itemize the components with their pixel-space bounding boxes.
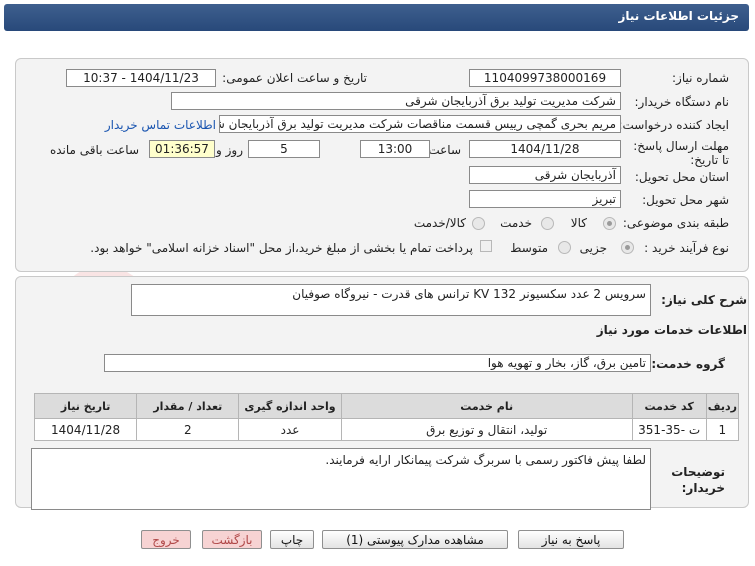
category-radio-service[interactable] xyxy=(541,217,554,230)
buyer-notes-field: لطفا پیش فاکتور رسمی با سربرگ شرکت پیمان… xyxy=(31,448,651,510)
province-field: آذربایجان شرقی xyxy=(469,166,621,184)
creator-field: مریم بحری گمچی رییس قسمت مناقصات شرکت مد… xyxy=(219,115,621,133)
services-table: ردیف کد خدمت نام خدمت واحد اندازه گیری ت… xyxy=(33,393,740,441)
payment-note: پرداخت تمام یا بخشی از مبلغ خرید،از محل … xyxy=(90,241,473,255)
creator-label: ایجاد کننده درخواست: xyxy=(618,118,729,132)
cell-service-code: ت -35-351 xyxy=(631,418,707,441)
services-heading: اطلاعات خدمات مورد نیاز xyxy=(596,323,747,337)
process-radio-medium[interactable] xyxy=(558,241,571,254)
title-bar: جزئیات اطلاعات نیاز xyxy=(4,4,749,31)
deadline-date-field: 1404/11/28 xyxy=(469,140,621,158)
province-label: استان محل تحویل: xyxy=(634,170,729,184)
city-label: شهر محل تحویل: xyxy=(642,193,729,207)
col-header-quantity: تعداد / مقدار xyxy=(136,393,240,419)
category-option-goods-service: کالا/خدمت xyxy=(413,216,466,230)
category-label: طبقه بندی موضوعی: xyxy=(622,216,729,230)
remaining-time-field: 01:36:57 xyxy=(149,140,215,158)
col-header-unit: واحد اندازه گیری xyxy=(238,393,342,419)
col-header-service-name: نام خدمت xyxy=(340,393,633,419)
table-row: 1 ت -35-351 تولید، انتقال و توزیع برق عد… xyxy=(33,418,740,441)
contact-buyer-link[interactable]: اطلاعات تماس خریدار xyxy=(105,118,216,132)
city-field: تبریز xyxy=(469,190,621,208)
announce-label: تاریخ و ساعت اعلان عمومی: xyxy=(222,71,367,85)
cell-service-name: تولید، انتقال و توزیع برق xyxy=(340,418,633,441)
announce-field: 1404/11/23 - 10:37 xyxy=(66,69,216,87)
process-option-minor: جزیی xyxy=(579,241,607,255)
buyer-org-label: نام دستگاه خریدار: xyxy=(634,95,730,109)
summary-field: سرویس 2 عدد سکسیونر 132 KV ترانس های قدر… xyxy=(131,284,651,316)
deadline-time-label: ساعت xyxy=(428,143,461,157)
respond-button[interactable]: پاسخ به نیاز xyxy=(518,530,624,549)
process-label: نوع فرآیند خرید : xyxy=(644,241,729,255)
category-radio-goods-service[interactable] xyxy=(472,217,485,230)
deadline-label: مهلت ارسال پاسخ: تا تاریخ: xyxy=(633,139,729,167)
table-header-row: ردیف کد خدمت نام خدمت واحد اندازه گیری ت… xyxy=(33,393,740,419)
category-radio-goods[interactable] xyxy=(603,217,616,230)
page-title: جزئیات اطلاعات نیاز xyxy=(618,9,739,23)
days-field: 5 xyxy=(248,140,320,158)
remaining-label: ساعت باقی مانده xyxy=(49,143,139,157)
need-number-field: 1104099738000169 xyxy=(469,69,621,87)
cell-need-date: 1404/11/28 xyxy=(33,418,138,441)
days-label: روز و xyxy=(216,143,243,157)
need-number-label: شماره نیاز: xyxy=(672,71,729,85)
deadline-time-field: 13:00 xyxy=(360,140,430,158)
attachments-button[interactable]: مشاهده مدارک پیوستی (1) xyxy=(322,530,508,549)
buyer-notes-label: توضیحات خریدار: xyxy=(671,465,725,495)
cell-quantity: 2 xyxy=(136,418,240,441)
service-group-label: گروه خدمت: xyxy=(651,357,725,371)
service-group-field: تامین برق، گاز، بخار و تهویه هوا xyxy=(104,354,651,372)
payment-checkbox[interactable] xyxy=(480,240,492,252)
cell-row-number: 1 xyxy=(705,418,740,441)
buyer-org-field: شرکت مدیریت تولید برق آذربایجان شرقی xyxy=(171,92,621,110)
summary-label: شرح کلی نیاز: xyxy=(661,293,747,307)
category-option-service: خدمت xyxy=(500,216,532,230)
print-button[interactable]: چاپ xyxy=(270,530,314,549)
col-header-need-date: تاریخ نیاز xyxy=(33,393,138,419)
col-header-row-number: ردیف xyxy=(705,393,740,419)
back-button[interactable]: بازگشت xyxy=(202,530,262,549)
col-header-service-code: کد خدمت xyxy=(631,393,707,419)
process-radio-minor[interactable] xyxy=(621,241,634,254)
exit-button[interactable]: خروج xyxy=(141,530,191,549)
category-option-goods: کالا xyxy=(570,216,587,230)
cell-unit: عدد xyxy=(238,418,342,441)
process-option-medium: متوسط xyxy=(510,241,548,255)
